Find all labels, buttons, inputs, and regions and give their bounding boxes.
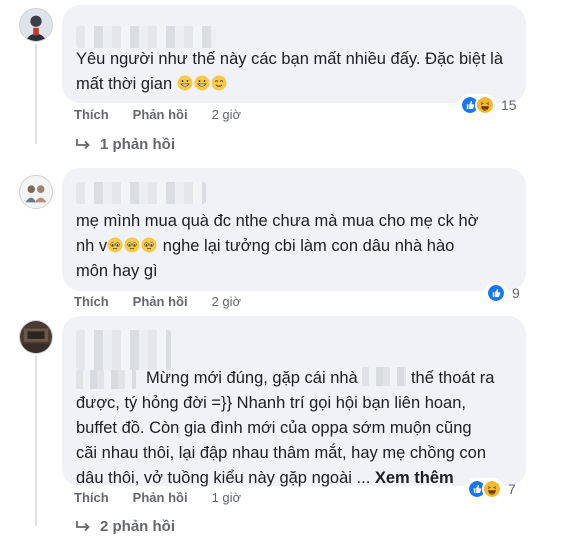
comment-text: mẹ mình mua quà đc nthe chưa mà mua cho …: [76, 212, 479, 280]
like-action[interactable]: Thích: [74, 294, 109, 309]
haha-reaction-icon: [482, 479, 502, 499]
commenter-name[interactable]: [76, 330, 171, 370]
reply-action[interactable]: Phản hồi: [133, 294, 188, 309]
pleading-face-emoji: [124, 237, 140, 253]
see-more-link[interactable]: Xem thêm: [375, 469, 454, 487]
reaction-count: 9: [512, 285, 520, 301]
reaction-count: 7: [508, 481, 516, 497]
comment-text: Mừng mới đúng, gặp cái nhà thế thoát ra …: [76, 367, 495, 487]
like-action[interactable]: Thích: [74, 490, 109, 505]
like-reaction-icon: [486, 283, 506, 303]
comment-actions: Thích Phản hồi 2 giờ: [74, 294, 241, 309]
comment-actions: Thích Phản hồi 2 giờ: [74, 107, 241, 122]
pleading-face-emoji: [107, 237, 123, 253]
commenter-name[interactable]: [76, 26, 216, 48]
avatar[interactable]: [19, 8, 53, 42]
grinning-smile-emoji: [177, 75, 193, 91]
avatar[interactable]: [19, 175, 53, 209]
timestamp[interactable]: 1 giờ: [212, 490, 242, 505]
avatar[interactable]: [19, 320, 53, 354]
like-action[interactable]: Thích: [74, 107, 109, 122]
haha-reaction-icon: [475, 95, 495, 115]
timestamp[interactable]: 2 giờ: [212, 294, 242, 309]
reply-arrow-icon: [76, 138, 90, 149]
reaction-summary[interactable]: 9: [484, 282, 520, 304]
grinning-smile-emoji: [194, 75, 210, 91]
reply-action[interactable]: Phản hồi: [133, 107, 188, 122]
pleading-face-emoji: [141, 237, 157, 253]
redacted-text: [362, 367, 407, 386]
commenter-name[interactable]: [76, 182, 206, 204]
thread-line: [35, 356, 37, 526]
timestamp[interactable]: 2 giờ: [212, 107, 242, 122]
view-replies-button[interactable]: 2 phản hồi: [74, 518, 175, 535]
reaction-summary[interactable]: 15: [458, 94, 517, 116]
comment-text: Yêu người như thế này các bạn mất nhiều …: [76, 50, 504, 93]
thread-line: [35, 44, 37, 144]
reaction-summary[interactable]: 7: [465, 478, 516, 500]
view-replies-button[interactable]: 1 phản hồi: [74, 136, 175, 153]
comment-actions: Thích Phản hồi 1 giờ: [74, 490, 241, 505]
relieved-smile-emoji: [211, 75, 227, 91]
reply-arrow-icon: [76, 520, 90, 531]
reaction-count: 15: [501, 97, 517, 113]
reply-action[interactable]: Phản hồi: [133, 490, 188, 505]
